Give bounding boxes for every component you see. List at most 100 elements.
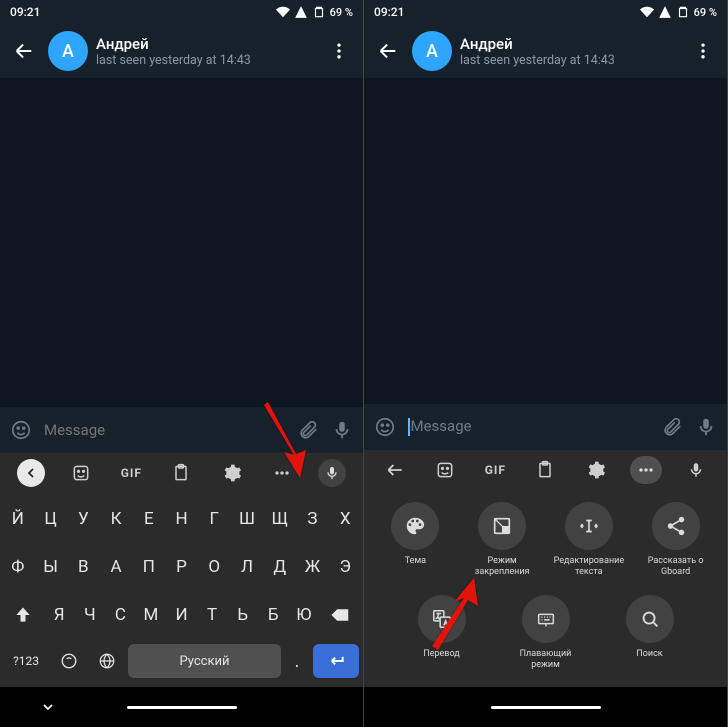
header-text[interactable]: Андрей last seen yesterday at 14:43 <box>96 35 315 68</box>
quick-translate[interactable]: Перевод <box>402 595 482 671</box>
key[interactable]: П <box>133 547 165 587</box>
translate-icon <box>418 595 466 643</box>
key[interactable]: М <box>136 595 166 635</box>
message-input-bar <box>0 407 363 453</box>
key[interactable]: Й <box>2 499 34 539</box>
key[interactable]: Я <box>44 595 74 635</box>
key[interactable]: Э <box>329 547 361 587</box>
shift-key[interactable] <box>2 595 43 635</box>
gif-button[interactable]: GIF <box>106 453 156 493</box>
more-button[interactable] <box>257 453 307 493</box>
key[interactable]: Р <box>166 547 198 587</box>
keyboard-emoji-key[interactable] <box>52 643 86 679</box>
phone-right: 09:21 69 % А Андрей last seen yesterday … <box>364 0 728 727</box>
quick-dock[interactable]: Режим закрепления <box>462 502 542 578</box>
status-bar: 09:21 69 % <box>0 0 363 24</box>
key[interactable]: Ф <box>2 547 34 587</box>
period-key[interactable]: . <box>285 643 309 679</box>
key[interactable]: Ю <box>289 595 319 635</box>
nav-back-icon[interactable] <box>40 699 56 715</box>
keyboard-mic-button[interactable] <box>307 453 357 493</box>
key[interactable]: У <box>67 499 99 539</box>
quick-theme[interactable]: Тема <box>375 502 455 578</box>
keyboard-back-button[interactable] <box>370 450 420 490</box>
key[interactable]: Х <box>329 499 361 539</box>
key[interactable]: В <box>67 547 99 587</box>
more-menu-button[interactable] <box>323 35 355 67</box>
settings-button[interactable] <box>207 453 257 493</box>
voice-button[interactable] <box>695 416 717 438</box>
clipboard-button[interactable] <box>520 450 570 490</box>
quick-row-1: Тема Режим закрепления Редактирование те… <box>372 502 719 578</box>
nav-handle[interactable] <box>127 706 237 709</box>
chat-header: А Андрей last seen yesterday at 14:43 <box>0 24 363 78</box>
space-key[interactable]: Русский <box>128 644 281 678</box>
keyboard-bottom-row: ?123 Русский . <box>0 639 363 687</box>
key[interactable]: Ш <box>231 499 263 539</box>
key[interactable]: С <box>106 595 136 635</box>
key[interactable]: А <box>100 547 132 587</box>
key[interactable]: Ц <box>35 499 67 539</box>
nav-handle[interactable] <box>491 706 601 709</box>
settings-button[interactable] <box>571 450 621 490</box>
more-menu-button[interactable] <box>687 35 719 67</box>
key[interactable]: З <box>297 499 329 539</box>
voice-button[interactable] <box>331 419 353 441</box>
contact-name: Андрей <box>96 35 315 53</box>
quick-share[interactable]: Рассказать о Gboard <box>636 502 716 578</box>
key[interactable]: Д <box>264 547 296 587</box>
more-button-active[interactable] <box>621 450 671 490</box>
search-icon <box>626 595 674 643</box>
keyboard-chevron-button[interactable] <box>6 453 56 493</box>
key-row-2: Ф Ы В А П Р О Л Д Ж Э <box>2 547 361 587</box>
enter-key[interactable] <box>313 644 359 678</box>
key[interactable]: Е <box>133 499 165 539</box>
text-cursor-icon <box>565 502 613 550</box>
key[interactable]: Г <box>198 499 230 539</box>
contact-status: last seen yesterday at 14:43 <box>460 53 679 68</box>
header-text[interactable]: Андрей last seen yesterday at 14:43 <box>460 35 679 68</box>
back-button[interactable] <box>8 35 40 67</box>
status-icons: 69 % <box>640 5 717 19</box>
key[interactable]: Б <box>258 595 288 635</box>
key[interactable]: Щ <box>264 499 296 539</box>
key[interactable]: Ь <box>228 595 258 635</box>
key[interactable]: И <box>167 595 197 635</box>
key[interactable]: Т <box>197 595 227 635</box>
chat-header: А Андрей last seen yesterday at 14:43 <box>364 24 727 78</box>
quick-float[interactable]: Плавающий режим <box>506 595 586 671</box>
key[interactable]: Н <box>166 499 198 539</box>
key[interactable]: Ч <box>75 595 105 635</box>
key[interactable]: К <box>100 499 132 539</box>
language-key[interactable] <box>90 643 124 679</box>
sticker-button[interactable] <box>420 450 470 490</box>
emoji-button[interactable] <box>374 416 396 438</box>
symbols-key[interactable]: ?123 <box>4 643 48 679</box>
avatar[interactable]: А <box>412 31 452 71</box>
key-row-1: Й Ц У К Е Н Г Ш Щ З Х <box>2 499 361 539</box>
key[interactable]: Ы <box>35 547 67 587</box>
keyboard-quick-panel: GIF Тема Режим закрепления Редактировани… <box>364 450 727 687</box>
clipboard-button[interactable] <box>156 453 206 493</box>
chat-area[interactable] <box>364 78 727 404</box>
attach-button[interactable] <box>661 416 683 438</box>
key[interactable]: Ж <box>297 547 329 587</box>
gif-button[interactable]: GIF <box>470 450 520 490</box>
attach-button[interactable] <box>297 419 319 441</box>
back-button[interactable] <box>372 35 404 67</box>
quick-row-2: Перевод Плавающий режим Поиск <box>372 595 719 671</box>
status-icons: 69 % <box>276 5 353 19</box>
key[interactable]: О <box>198 547 230 587</box>
keyboard-mic-button[interactable] <box>671 450 721 490</box>
keyboard: GIF Й Ц У К Е Н Г Ш Щ З Х Ф Ы <box>0 453 363 687</box>
backspace-key[interactable] <box>320 595 361 635</box>
message-input[interactable]: Message <box>408 417 649 436</box>
chat-area[interactable] <box>0 78 363 407</box>
quick-textedit[interactable]: Редактирование текста <box>549 502 629 578</box>
key[interactable]: Л <box>231 547 263 587</box>
message-input[interactable] <box>44 421 285 439</box>
quick-search[interactable]: Поиск <box>610 595 690 671</box>
avatar[interactable]: А <box>48 31 88 71</box>
sticker-button[interactable] <box>56 453 106 493</box>
emoji-button[interactable] <box>10 419 32 441</box>
